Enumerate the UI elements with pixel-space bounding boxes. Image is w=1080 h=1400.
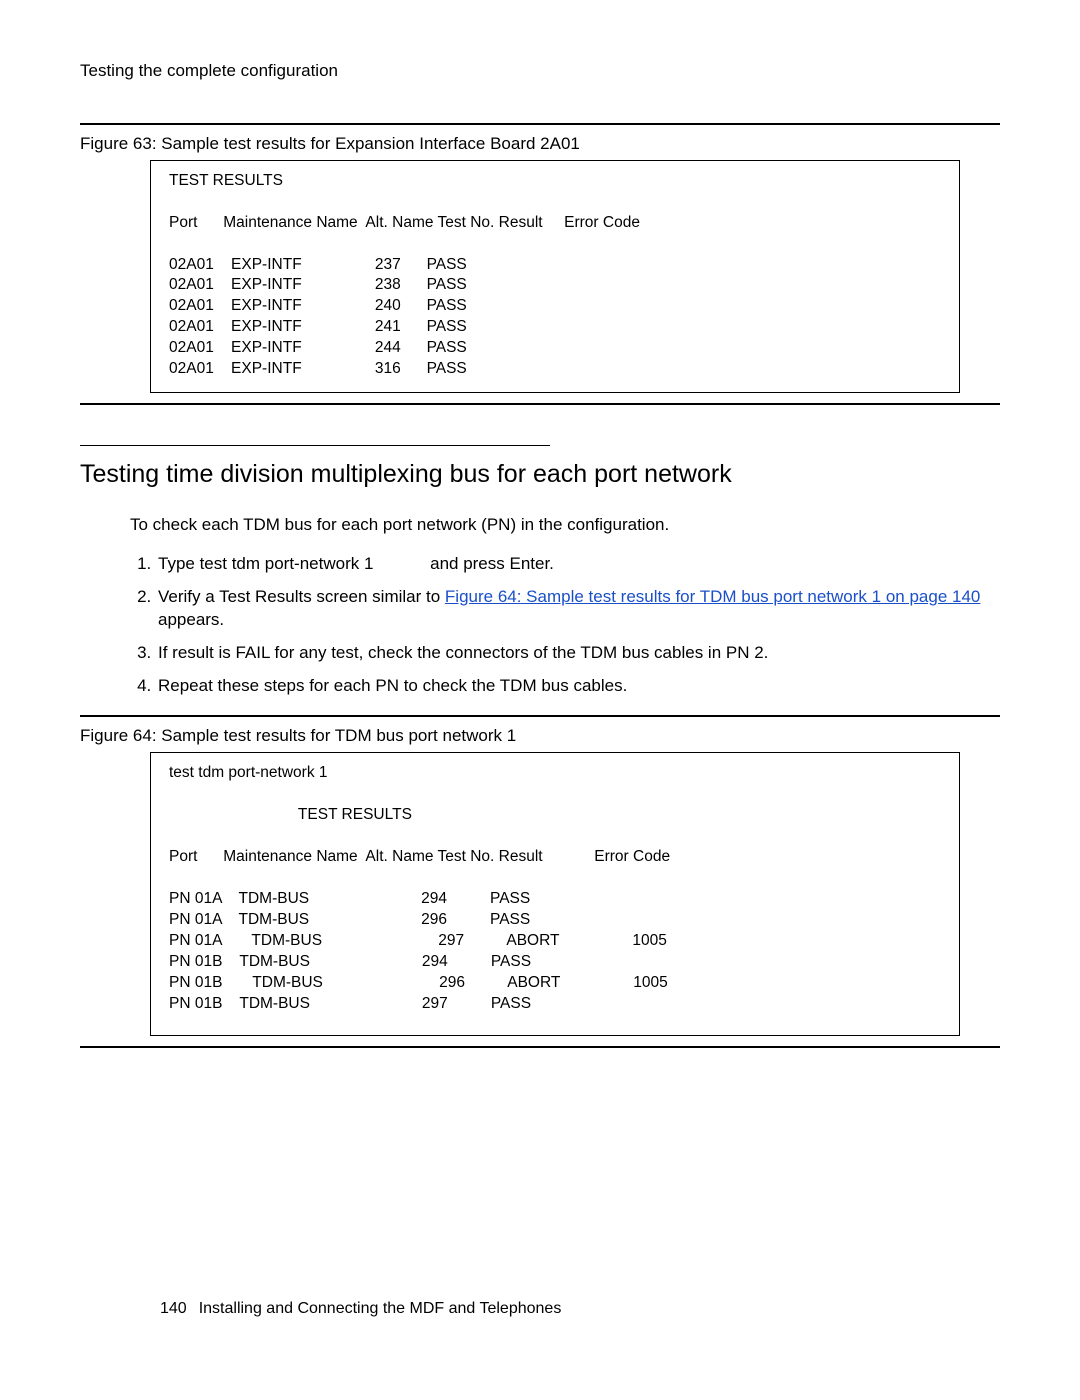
figure63-row: 02A01 EXP-INTF 241 PASS (169, 317, 941, 338)
figure64-row: PN 01A TDM-BUS 294 PASS (169, 889, 941, 910)
step2-lead: Verify a Test Results screen similar to (158, 587, 445, 606)
step-2: Verify a Test Results screen similar to … (156, 586, 1000, 632)
figure64-cmd: test tdm port-network 1 (169, 763, 941, 784)
figure63-title: TEST RESULTS (169, 171, 941, 192)
step-4: Repeat these steps for each PN to check … (156, 675, 1000, 698)
figure64-caption: Figure 64: Sample test results for TDM b… (80, 725, 1000, 748)
step2-xref-link[interactable]: Figure 64: Sample test results for TDM b… (445, 587, 980, 606)
footer-title: Installing and Connecting the MDF and Te… (199, 1300, 562, 1317)
figure63-row: 02A01 EXP-INTF 237 PASS (169, 255, 941, 276)
step-3: If result is FAIL for any test, check th… (156, 642, 1000, 665)
figure64-columns: Port Maintenance Name Alt. Name Test No.… (169, 847, 941, 868)
figure63-caption: Figure 63: Sample test results for Expan… (80, 133, 1000, 156)
figure63-box: TEST RESULTS Port Maintenance Name Alt. … (150, 160, 960, 393)
running-header: Testing the complete configuration (80, 60, 1000, 83)
rule-before-fig64 (80, 715, 1000, 717)
rule-after-fig63 (80, 403, 1000, 405)
page-number: 140 (160, 1300, 187, 1317)
page-footer: 140 Installing and Connecting the MDF and… (160, 1298, 561, 1320)
figure64-box: test tdm port-network 1 TEST RESULTS Por… (150, 752, 960, 1036)
rule-top (80, 123, 1000, 125)
figure63-row: 02A01 EXP-INTF 316 PASS (169, 359, 941, 380)
steps-list: Type test tdm port-network 1 and press E… (130, 553, 1000, 698)
step1-cmd: Type test tdm port-network 1 (158, 554, 373, 573)
section-rule (80, 445, 550, 446)
figure64-row: PN 01B TDM-BUS 294 PASS (169, 952, 941, 973)
figure63-row: 02A01 EXP-INTF 238 PASS (169, 275, 941, 296)
figure64-row: PN 01B TDM-BUS 297 PASS (169, 994, 941, 1015)
figure64-title: TEST RESULTS (169, 805, 941, 826)
figure64-row: PN 01B TDM-BUS 296 ABORT 1005 (169, 973, 941, 994)
figure64-row: PN 01A TDM-BUS 296 PASS (169, 910, 941, 931)
step-1: Type test tdm port-network 1 and press E… (156, 553, 1000, 576)
section-heading: Testing time division multiplexing bus f… (80, 458, 1000, 492)
step1-tail: and press Enter. (430, 554, 554, 573)
figure64-row: PN 01A TDM-BUS 297 ABORT 1005 (169, 931, 941, 952)
figure63-row: 02A01 EXP-INTF 244 PASS (169, 338, 941, 359)
rule-after-fig64 (80, 1046, 1000, 1048)
figure63-row: 02A01 EXP-INTF 240 PASS (169, 296, 941, 317)
intro-text: To check each TDM bus for each port netw… (130, 514, 1000, 537)
figure63-columns: Port Maintenance Name Alt. Name Test No.… (169, 213, 941, 234)
step2-tail: appears. (158, 610, 224, 629)
